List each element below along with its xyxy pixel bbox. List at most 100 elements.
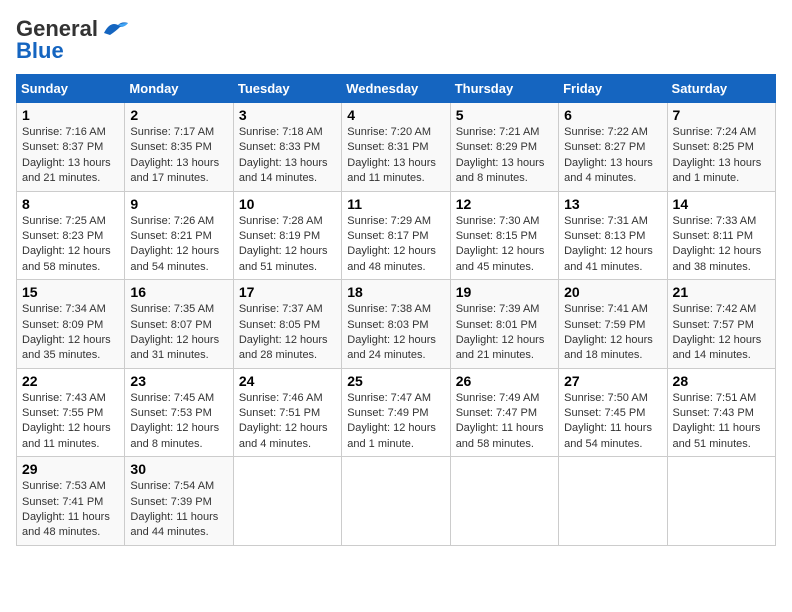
day-number: 30 — [130, 461, 227, 477]
calendar-header-row: SundayMondayTuesdayWednesdayThursdayFrid… — [17, 75, 776, 103]
day-number: 3 — [239, 107, 336, 123]
calendar-week-3: 15 Sunrise: 7:34 AM Sunset: 8:09 PM Dayl… — [17, 280, 776, 369]
day-number: 26 — [456, 373, 553, 389]
sunset-label: Sunset: 7:57 PM — [673, 319, 754, 331]
sunset-label: Sunset: 7:43 PM — [673, 407, 754, 419]
logo-blue: Blue — [16, 38, 64, 64]
day-number: 14 — [673, 196, 770, 212]
sunrise-label: Sunrise: 7:22 AM — [564, 126, 648, 138]
sunrise-label: Sunrise: 7:31 AM — [564, 215, 648, 227]
sunrise-label: Sunrise: 7:25 AM — [22, 215, 106, 227]
sunrise-label: Sunrise: 7:41 AM — [564, 303, 648, 315]
header-wednesday: Wednesday — [342, 75, 450, 103]
sunset-label: Sunset: 8:37 PM — [22, 141, 103, 153]
calendar-cell: 5 Sunrise: 7:21 AM Sunset: 8:29 PM Dayli… — [450, 103, 558, 192]
day-info: Sunrise: 7:41 AM Sunset: 7:59 PM Dayligh… — [564, 302, 661, 364]
calendar-cell: 16 Sunrise: 7:35 AM Sunset: 8:07 PM Dayl… — [125, 280, 233, 369]
sunrise-label: Sunrise: 7:17 AM — [130, 126, 214, 138]
sunrise-label: Sunrise: 7:37 AM — [239, 303, 323, 315]
day-info: Sunrise: 7:46 AM Sunset: 7:51 PM Dayligh… — [239, 391, 336, 453]
day-info: Sunrise: 7:54 AM Sunset: 7:39 PM Dayligh… — [130, 479, 227, 541]
header-tuesday: Tuesday — [233, 75, 341, 103]
calendar-cell: 11 Sunrise: 7:29 AM Sunset: 8:17 PM Dayl… — [342, 191, 450, 280]
daylight-label: Daylight: 11 hours and 44 minutes. — [130, 511, 218, 538]
daylight-label: Daylight: 12 hours and 35 minutes. — [22, 334, 111, 361]
day-number: 19 — [456, 284, 553, 300]
sunset-label: Sunset: 8:19 PM — [239, 230, 320, 242]
calendar-cell: 25 Sunrise: 7:47 AM Sunset: 7:49 PM Dayl… — [342, 368, 450, 457]
calendar-cell: 14 Sunrise: 7:33 AM Sunset: 8:11 PM Dayl… — [667, 191, 775, 280]
day-number: 13 — [564, 196, 661, 212]
day-info: Sunrise: 7:22 AM Sunset: 8:27 PM Dayligh… — [564, 125, 661, 187]
day-number: 10 — [239, 196, 336, 212]
sunset-label: Sunset: 7:55 PM — [22, 407, 103, 419]
daylight-label: Daylight: 11 hours and 51 minutes. — [673, 422, 761, 449]
day-number: 20 — [564, 284, 661, 300]
sunset-label: Sunset: 7:39 PM — [130, 496, 211, 508]
daylight-label: Daylight: 12 hours and 11 minutes. — [22, 422, 111, 449]
calendar-cell: 28 Sunrise: 7:51 AM Sunset: 7:43 PM Dayl… — [667, 368, 775, 457]
daylight-label: Daylight: 11 hours and 54 minutes. — [564, 422, 652, 449]
calendar-cell: 22 Sunrise: 7:43 AM Sunset: 7:55 PM Dayl… — [17, 368, 125, 457]
day-info: Sunrise: 7:26 AM Sunset: 8:21 PM Dayligh… — [130, 214, 227, 276]
day-number: 1 — [22, 107, 119, 123]
day-info: Sunrise: 7:16 AM Sunset: 8:37 PM Dayligh… — [22, 125, 119, 187]
day-number: 12 — [456, 196, 553, 212]
sunrise-label: Sunrise: 7:21 AM — [456, 126, 540, 138]
header-saturday: Saturday — [667, 75, 775, 103]
daylight-label: Daylight: 12 hours and 45 minutes. — [456, 245, 545, 272]
day-number: 24 — [239, 373, 336, 389]
daylight-label: Daylight: 12 hours and 58 minutes. — [22, 245, 111, 272]
day-info: Sunrise: 7:39 AM Sunset: 8:01 PM Dayligh… — [456, 302, 553, 364]
daylight-label: Daylight: 12 hours and 4 minutes. — [239, 422, 328, 449]
day-number: 15 — [22, 284, 119, 300]
daylight-label: Daylight: 13 hours and 17 minutes. — [130, 157, 219, 184]
header-sunday: Sunday — [17, 75, 125, 103]
day-info: Sunrise: 7:31 AM Sunset: 8:13 PM Dayligh… — [564, 214, 661, 276]
sunrise-label: Sunrise: 7:33 AM — [673, 215, 757, 227]
daylight-label: Daylight: 13 hours and 4 minutes. — [564, 157, 653, 184]
sunset-label: Sunset: 7:45 PM — [564, 407, 645, 419]
calendar-cell — [667, 457, 775, 546]
sunset-label: Sunset: 8:21 PM — [130, 230, 211, 242]
sunrise-label: Sunrise: 7:46 AM — [239, 392, 323, 404]
calendar-cell — [450, 457, 558, 546]
day-info: Sunrise: 7:51 AM Sunset: 7:43 PM Dayligh… — [673, 391, 770, 453]
calendar-table: SundayMondayTuesdayWednesdayThursdayFrid… — [16, 74, 776, 546]
sunset-label: Sunset: 8:05 PM — [239, 319, 320, 331]
sunrise-label: Sunrise: 7:43 AM — [22, 392, 106, 404]
sunset-label: Sunset: 8:13 PM — [564, 230, 645, 242]
daylight-label: Daylight: 13 hours and 11 minutes. — [347, 157, 436, 184]
day-info: Sunrise: 7:29 AM Sunset: 8:17 PM Dayligh… — [347, 214, 444, 276]
sunset-label: Sunset: 8:15 PM — [456, 230, 537, 242]
calendar-cell: 18 Sunrise: 7:38 AM Sunset: 8:03 PM Dayl… — [342, 280, 450, 369]
sunrise-label: Sunrise: 7:51 AM — [673, 392, 757, 404]
sunrise-label: Sunrise: 7:26 AM — [130, 215, 214, 227]
sunset-label: Sunset: 8:23 PM — [22, 230, 103, 242]
day-info: Sunrise: 7:49 AM Sunset: 7:47 PM Dayligh… — [456, 391, 553, 453]
daylight-label: Daylight: 11 hours and 48 minutes. — [22, 511, 110, 538]
day-number: 29 — [22, 461, 119, 477]
logo: General Blue — [16, 16, 130, 64]
day-info: Sunrise: 7:33 AM Sunset: 8:11 PM Dayligh… — [673, 214, 770, 276]
header-thursday: Thursday — [450, 75, 558, 103]
day-number: 6 — [564, 107, 661, 123]
day-number: 16 — [130, 284, 227, 300]
calendar-cell: 9 Sunrise: 7:26 AM Sunset: 8:21 PM Dayli… — [125, 191, 233, 280]
calendar-cell — [559, 457, 667, 546]
day-info: Sunrise: 7:50 AM Sunset: 7:45 PM Dayligh… — [564, 391, 661, 453]
sunrise-label: Sunrise: 7:49 AM — [456, 392, 540, 404]
daylight-label: Daylight: 13 hours and 21 minutes. — [22, 157, 111, 184]
sunset-label: Sunset: 7:41 PM — [22, 496, 103, 508]
daylight-label: Daylight: 13 hours and 8 minutes. — [456, 157, 545, 184]
day-info: Sunrise: 7:18 AM Sunset: 8:33 PM Dayligh… — [239, 125, 336, 187]
day-info: Sunrise: 7:53 AM Sunset: 7:41 PM Dayligh… — [22, 479, 119, 541]
calendar-cell: 13 Sunrise: 7:31 AM Sunset: 8:13 PM Dayl… — [559, 191, 667, 280]
day-number: 7 — [673, 107, 770, 123]
day-number: 23 — [130, 373, 227, 389]
calendar-cell: 29 Sunrise: 7:53 AM Sunset: 7:41 PM Dayl… — [17, 457, 125, 546]
sunset-label: Sunset: 8:09 PM — [22, 319, 103, 331]
calendar-cell: 24 Sunrise: 7:46 AM Sunset: 7:51 PM Dayl… — [233, 368, 341, 457]
daylight-label: Daylight: 12 hours and 38 minutes. — [673, 245, 762, 272]
day-info: Sunrise: 7:35 AM Sunset: 8:07 PM Dayligh… — [130, 302, 227, 364]
